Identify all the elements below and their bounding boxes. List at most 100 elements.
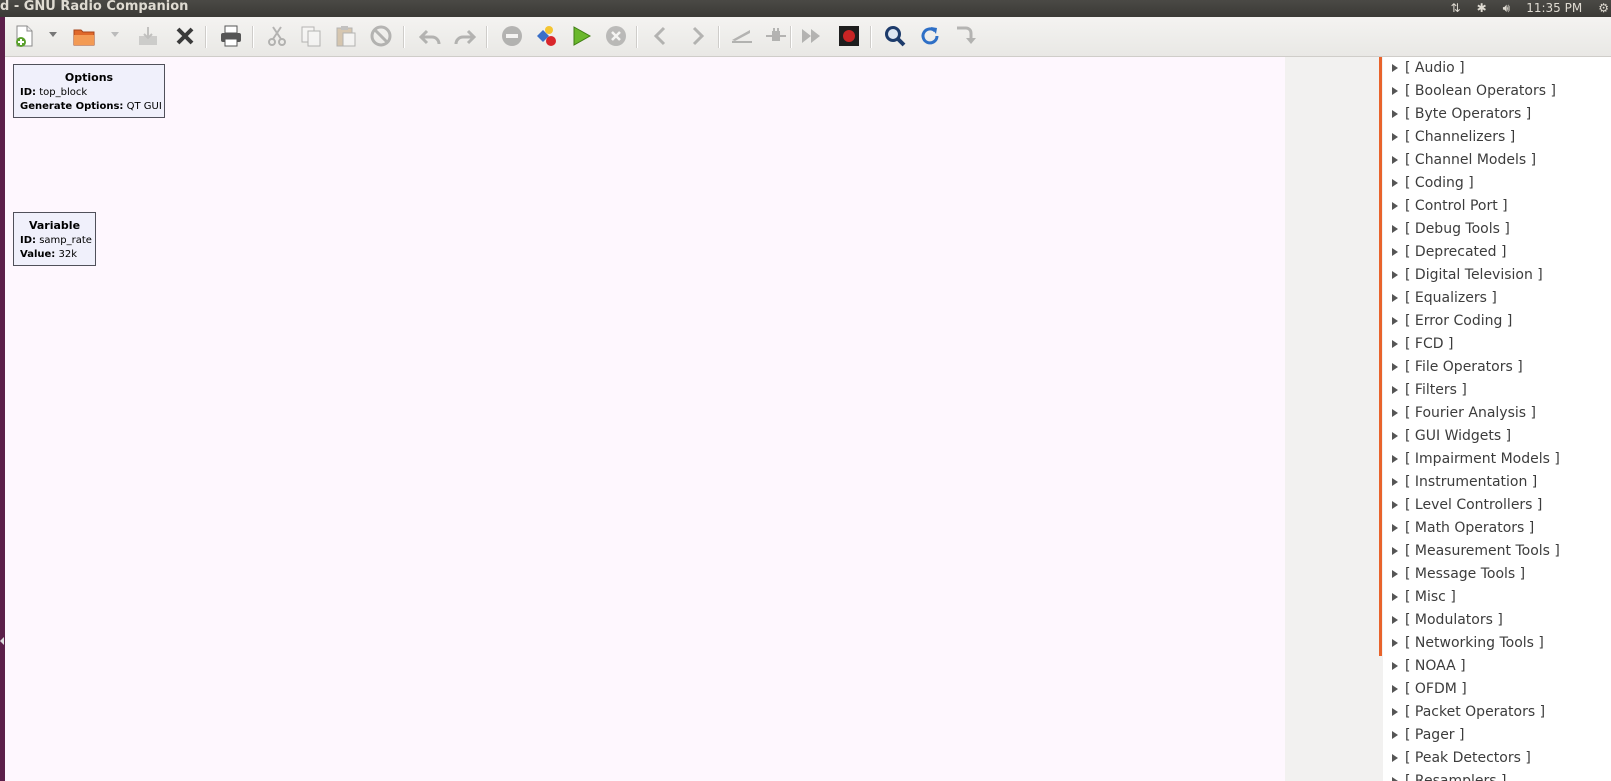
close-icon[interactable] (172, 23, 198, 49)
library-category[interactable]: [ OFDM ] (1383, 678, 1611, 701)
plug-icon[interactable] (763, 23, 789, 49)
library-category[interactable]: [ Channel Models ] (1383, 149, 1611, 172)
expander-triangle-icon[interactable] (1392, 294, 1398, 302)
stop-icon[interactable] (603, 23, 629, 49)
paste-icon[interactable] (333, 23, 359, 49)
expander-triangle-icon[interactable] (1392, 777, 1398, 781)
chevron-right-icon[interactable] (684, 23, 710, 49)
expander-triangle-icon[interactable] (1392, 731, 1398, 739)
network-icon[interactable]: ⇅ (1451, 0, 1461, 17)
library-category[interactable]: [ Boolean Operators ] (1383, 80, 1611, 103)
library-category[interactable]: [ Debug Tools ] (1383, 218, 1611, 241)
library-category[interactable]: [ Packet Operators ] (1383, 701, 1611, 724)
library-category[interactable]: [ Modulators ] (1383, 609, 1611, 632)
expander-triangle-icon[interactable] (1392, 248, 1398, 256)
expander-triangle-icon[interactable] (1392, 271, 1398, 279)
library-category[interactable]: [ Channelizers ] (1383, 126, 1611, 149)
disable-icon[interactable] (499, 23, 525, 49)
expander-triangle-icon[interactable] (1392, 455, 1398, 463)
expander-triangle-icon[interactable] (1392, 524, 1398, 532)
play-icon[interactable] (568, 23, 594, 49)
undo-icon[interactable] (417, 23, 443, 49)
library-category[interactable]: [ Error Coding ] (1383, 310, 1611, 333)
generate-icon[interactable] (533, 23, 559, 49)
expander-triangle-icon[interactable] (1392, 363, 1398, 371)
library-category[interactable]: [ Audio ] (1383, 57, 1611, 80)
expander-triangle-icon[interactable] (1392, 202, 1398, 210)
expander-triangle-icon[interactable] (1392, 685, 1398, 693)
expander-triangle-icon[interactable] (1392, 708, 1398, 716)
expander-triangle-icon[interactable] (1392, 156, 1398, 164)
library-category[interactable]: [ Pager ] (1383, 724, 1611, 747)
expander-triangle-icon[interactable] (1392, 225, 1398, 233)
library-category[interactable]: [ Filters ] (1383, 379, 1611, 402)
library-category[interactable]: [ Byte Operators ] (1383, 103, 1611, 126)
expander-triangle-icon[interactable] (1392, 570, 1398, 578)
variable-block[interactable]: Variable ID: samp_rate Value: 32k (13, 212, 96, 266)
volume-icon[interactable]: 🔊︎ (1503, 0, 1511, 17)
expander-triangle-icon[interactable] (1392, 478, 1398, 486)
block-library-tree[interactable]: [ Audio ] [ Boolean Operators ] [ Byte Ope… (1383, 57, 1611, 781)
enable-icon[interactable] (729, 23, 755, 49)
open-dropdown-arrow-icon[interactable] (111, 32, 119, 37)
library-category[interactable]: [ Level Controllers ] (1383, 494, 1611, 517)
expander-triangle-icon[interactable] (1392, 386, 1398, 394)
library-category[interactable]: [ Message Tools ] (1383, 563, 1611, 586)
chevron-left-icon[interactable] (648, 23, 674, 49)
collapse-arrow-icon[interactable] (0, 637, 4, 645)
delete-icon[interactable] (368, 23, 394, 49)
expander-triangle-icon[interactable] (1392, 409, 1398, 417)
library-category[interactable]: [ Peak Detectors ] (1383, 747, 1611, 770)
expander-triangle-icon[interactable] (1392, 432, 1398, 440)
record-icon[interactable] (836, 23, 862, 49)
expander-triangle-icon[interactable] (1392, 87, 1398, 95)
library-category[interactable]: [ Coding ] (1383, 172, 1611, 195)
library-category[interactable]: [ Control Port ] (1383, 195, 1611, 218)
library-category[interactable]: [ NOAA ] (1383, 655, 1611, 678)
bluetooth-icon[interactable]: ✱ (1477, 0, 1487, 17)
expander-triangle-icon[interactable] (1392, 639, 1398, 647)
library-category[interactable]: [ Measurement Tools ] (1383, 540, 1611, 563)
flowgraph-canvas[interactable]: Options ID: top_block Generate Options: … (5, 57, 1285, 781)
expander-triangle-icon[interactable] (1392, 754, 1398, 762)
new-document-icon[interactable] (11, 23, 37, 49)
expander-triangle-icon[interactable] (1392, 133, 1398, 141)
down-arrow-icon[interactable] (952, 23, 978, 49)
save-icon[interactable] (135, 23, 161, 49)
expander-triangle-icon[interactable] (1392, 501, 1398, 509)
pane-divider[interactable] (1379, 57, 1382, 656)
cut-icon[interactable] (264, 23, 290, 49)
expander-triangle-icon[interactable] (1392, 179, 1398, 187)
options-block[interactable]: Options ID: top_block Generate Options: … (13, 64, 165, 118)
library-category[interactable]: [ Fourier Analysis ] (1383, 402, 1611, 425)
expander-triangle-icon[interactable] (1392, 547, 1398, 555)
expander-triangle-icon[interactable] (1392, 340, 1398, 348)
bypass-icon[interactable] (798, 23, 824, 49)
library-category[interactable]: [ Equalizers ] (1383, 287, 1611, 310)
library-category[interactable]: [ File Operators ] (1383, 356, 1611, 379)
library-category[interactable]: [ Misc ] (1383, 586, 1611, 609)
library-category[interactable]: [ Impairment Models ] (1383, 448, 1611, 471)
library-category[interactable]: [ Deprecated ] (1383, 241, 1611, 264)
reload-icon[interactable] (917, 23, 943, 49)
library-category[interactable]: [ GUI Widgets ] (1383, 425, 1611, 448)
copy-icon[interactable] (298, 23, 324, 49)
expander-triangle-icon[interactable] (1392, 616, 1398, 624)
library-category[interactable]: [ Math Operators ] (1383, 517, 1611, 540)
search-icon[interactable] (882, 23, 908, 49)
expander-triangle-icon[interactable] (1392, 317, 1398, 325)
settings-gear-icon[interactable]: ⚙ (1598, 0, 1609, 17)
library-category[interactable]: [ Networking Tools ] (1383, 632, 1611, 655)
library-category[interactable]: [ Resamplers ] (1383, 770, 1611, 781)
expander-triangle-icon[interactable] (1392, 110, 1398, 118)
expander-triangle-icon[interactable] (1392, 662, 1398, 670)
library-category[interactable]: [ Digital Television ] (1383, 264, 1611, 287)
new-dropdown-arrow-icon[interactable] (49, 32, 57, 37)
library-category[interactable]: [ FCD ] (1383, 333, 1611, 356)
open-folder-icon[interactable] (71, 23, 97, 49)
library-category[interactable]: [ Instrumentation ] (1383, 471, 1611, 494)
print-icon[interactable] (218, 23, 244, 49)
redo-icon[interactable] (452, 23, 478, 49)
expander-triangle-icon[interactable] (1392, 593, 1398, 601)
expander-triangle-icon[interactable] (1392, 64, 1398, 72)
